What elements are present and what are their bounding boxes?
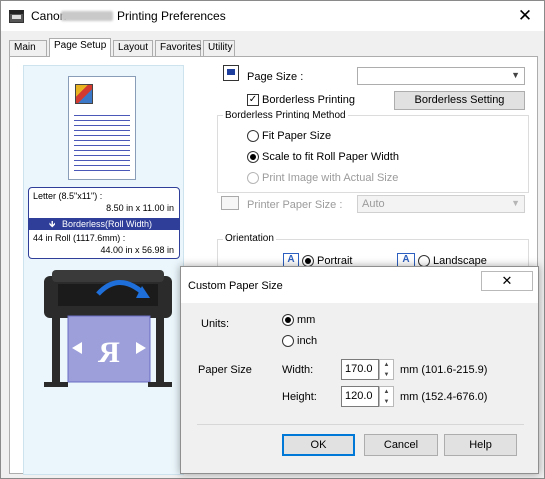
window-title-suffix: Printing Preferences	[117, 9, 226, 23]
printer-paper-size-dropdown[interactable]: Auto ▼	[357, 195, 525, 213]
units-label: Units:	[201, 318, 230, 330]
height-label: Height:	[282, 391, 317, 403]
height-spinner[interactable]: ▲ ▼	[379, 386, 394, 407]
radio-actual-size[interactable]	[247, 172, 259, 184]
orientation-title: Orientation	[223, 233, 276, 244]
chevron-down-icon: ▼	[511, 70, 520, 80]
custom-paper-size-dialog: Custom Paper Size ✕ Units: mm inch Paper…	[180, 266, 539, 474]
borderless-printing-label: Borderless Printing	[262, 94, 355, 106]
printer-paper-size-label: Printer Paper Size :	[247, 199, 343, 211]
paper-info-box: Letter (8.5"x11") : 8.50 in x 11.00 in 🡻…	[28, 187, 180, 259]
tab-layout[interactable]: Layout	[113, 40, 153, 56]
borderless-printing-checkbox[interactable]: ✓	[247, 94, 259, 106]
printer-paper-size-icon	[221, 196, 239, 210]
height-range: mm (152.4-676.0)	[400, 391, 488, 403]
width-spinner[interactable]: ▲ ▼	[379, 359, 394, 380]
spin-down-icon[interactable]: ▼	[380, 370, 393, 380]
dialog-close-icon[interactable]: ✕	[481, 271, 533, 291]
title-bar: Canon Printing Preferences ✕	[1, 1, 544, 31]
text-lines-graphic	[74, 115, 130, 173]
down-arrow-icon: 🡻	[49, 219, 56, 229]
paper-dims: 8.50 in x 11.00 in	[106, 203, 174, 213]
roll-dims: 44.00 in x 56.98 in	[100, 245, 174, 255]
svg-text:R: R	[98, 336, 120, 369]
printer-illustration: R	[44, 270, 172, 387]
page-size-label: Page Size :	[247, 71, 304, 83]
radio-unit-inch[interactable]	[282, 335, 294, 347]
radio-unit-mm[interactable]	[282, 314, 294, 326]
unit-inch-label: inch	[297, 335, 318, 347]
radio-scale-to-fit[interactable]	[247, 151, 259, 163]
preview-panel: Letter (8.5"x11") : 8.50 in x 11.00 in 🡻…	[23, 65, 184, 475]
ok-button[interactable]: OK	[282, 434, 355, 456]
width-label: Width:	[282, 364, 314, 376]
tab-main[interactable]: Main	[9, 40, 47, 56]
scale-to-fit-label: Scale to fit Roll Paper Width	[262, 151, 399, 163]
portrait-orientation-icon: A	[283, 253, 299, 267]
page-size-icon	[223, 65, 239, 81]
spin-down-icon[interactable]: ▼	[380, 397, 393, 407]
dialog-separator	[197, 424, 524, 425]
landscape-orientation-icon: A	[397, 253, 415, 267]
spin-up-icon[interactable]: ▲	[380, 387, 393, 397]
paper-preview	[68, 76, 136, 180]
tab-favorites[interactable]: Favorites	[155, 40, 201, 56]
page-size-dropdown[interactable]: ▼	[357, 67, 525, 85]
roll-label: 44 in Roll (1117.6mm) :	[33, 233, 126, 243]
tab-utility[interactable]: Utility	[203, 40, 235, 56]
printer-app-icon	[9, 10, 24, 23]
radio-fit-paper-size[interactable]	[247, 130, 259, 142]
unit-mm-label: mm	[297, 314, 316, 326]
spin-up-icon[interactable]: ▲	[380, 360, 393, 370]
dialog-title: Custom Paper Size	[188, 280, 283, 292]
borderless-method-title: Borderless Printing Method	[223, 109, 348, 119]
paper-size-label: Paper Size	[198, 364, 252, 376]
borderless-bar: 🡻 Borderless(Roll Width)	[29, 218, 179, 230]
redacted-model-name	[61, 11, 113, 21]
height-input[interactable]: 120.0	[341, 386, 379, 407]
cancel-button[interactable]: Cancel	[364, 434, 438, 456]
actual-size-label: Print Image with Actual Size	[262, 172, 399, 184]
help-button[interactable]: Help	[444, 434, 517, 456]
chevron-down-icon: ▼	[511, 198, 520, 208]
dialog-title-bar: Custom Paper Size ✕	[181, 267, 538, 303]
photo-thumbnail-icon	[75, 84, 93, 104]
width-range: mm (101.6-215.9)	[400, 364, 488, 376]
window-close-icon[interactable]: ✕	[514, 5, 536, 27]
width-input[interactable]: 170.0	[341, 359, 379, 380]
tab-page-setup[interactable]: Page Setup	[49, 38, 111, 57]
fit-paper-size-label: Fit Paper Size	[262, 130, 332, 142]
printer-paper-size-value: Auto	[362, 198, 385, 210]
borderless-label: Borderless(Roll Width)	[62, 219, 153, 229]
borderless-setting-button[interactable]: Borderless Setting	[394, 91, 525, 110]
paper-label: Letter (8.5"x11") :	[33, 191, 103, 201]
